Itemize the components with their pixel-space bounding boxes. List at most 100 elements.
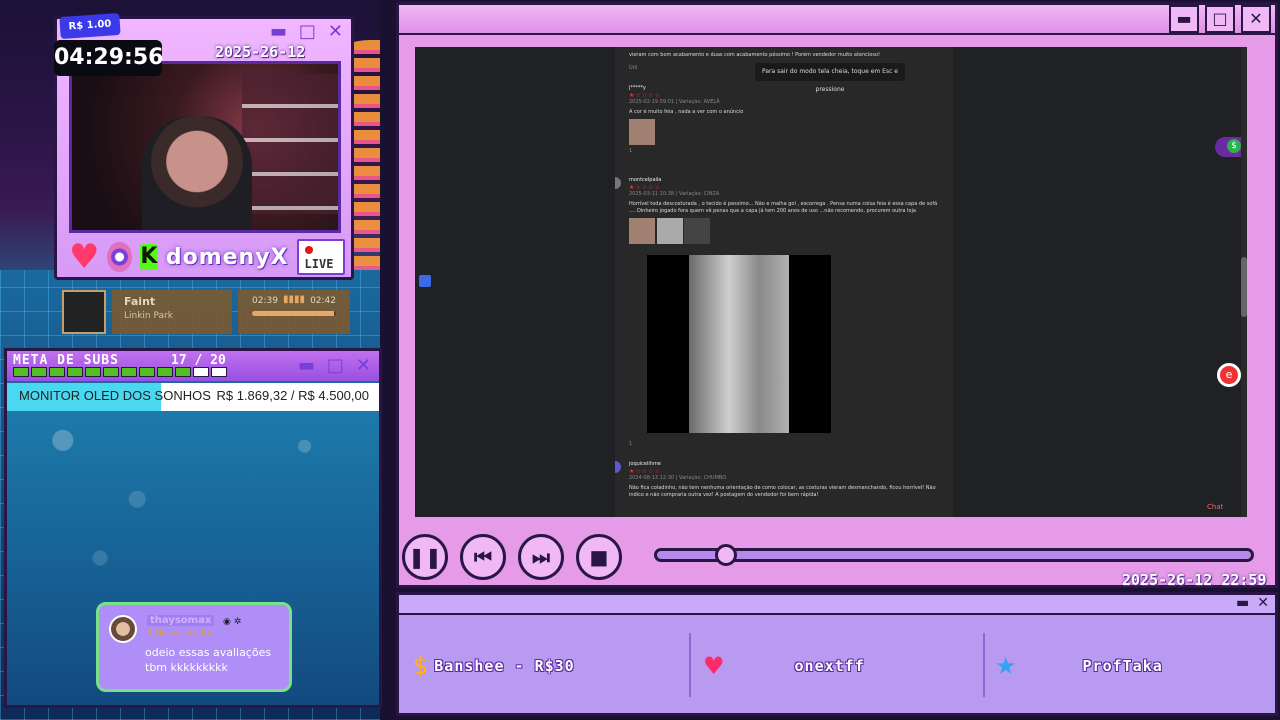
track-progress-fill	[252, 311, 335, 316]
chat-link[interactable]: Chat	[1207, 503, 1223, 511]
maximize-icon[interactable]: □	[327, 355, 344, 376]
heart-icon: ♥	[69, 237, 100, 277]
webcam-video	[69, 61, 341, 233]
review-likes[interactable]: 1	[629, 148, 939, 155]
minimize-icon[interactable]: ▬	[270, 21, 287, 42]
price-tag: R$ 1.00	[59, 12, 121, 40]
main-window: ▬ □ ✕ vieram com bom acabamento e duas c…	[396, 2, 1278, 588]
fullscreen-tip: Para sair do modo tela cheia, toque em E…	[755, 63, 905, 93]
webcam-footer: ♥ K domenyX LIVE	[69, 237, 346, 277]
subs-goal-titlebar: META DE SUBS 17 / 20 ▬ □ ✕	[7, 351, 379, 381]
stop-button[interactable]: ■	[576, 534, 622, 580]
close-icon[interactable]: ✕	[356, 355, 371, 376]
review-meta: 2025-03-11 10:38 | Variação: CINZA	[629, 191, 720, 197]
review-photo[interactable]	[629, 218, 655, 244]
donation-goal-bar: MONITOR OLED DOS SONHOS R$ 1.869,32 / R$…	[7, 383, 379, 411]
minimize-icon[interactable]: ▬	[1169, 5, 1199, 33]
chat-badge-icons: ◉ ✲	[223, 617, 242, 627]
review-video[interactable]	[647, 255, 831, 433]
close-icon[interactable]: ✕	[1257, 595, 1269, 611]
kick-logo-icon: K	[139, 244, 158, 270]
subs-goal-count: 17 / 20	[171, 353, 226, 368]
vinyl-disc-icon	[107, 242, 132, 272]
track-elapsed: 02:39	[252, 296, 278, 306]
subs-goal-block	[85, 367, 101, 377]
seek-handle[interactable]	[715, 544, 737, 566]
maximize-icon[interactable]: □	[299, 21, 316, 42]
album-art	[62, 290, 106, 334]
review-likes[interactable]: 1	[629, 441, 939, 448]
review-stars: ★☆☆☆☆	[629, 92, 661, 99]
chat-sub-badge: 3 Meses Inscrito	[147, 629, 212, 638]
latest-follower: ♥ onextff	[703, 619, 865, 713]
scrollbar-thumb[interactable]	[1241, 257, 1247, 317]
review-user: joquicelihme	[629, 461, 661, 467]
subs-goal-block	[193, 367, 209, 377]
track-time: 02:39 02:42 ▮▮▮▮	[238, 290, 350, 334]
close-icon[interactable]: ✕	[1241, 5, 1271, 33]
subs-window-buttons: ▬ □ ✕	[298, 355, 371, 376]
webcam-streamer	[142, 116, 252, 230]
divider	[983, 633, 985, 697]
review-photo[interactable]	[629, 119, 655, 145]
review-item: joquicelihme ★☆☆☆☆ 2024-08-13 12:30 | Va…	[615, 461, 939, 499]
live-label: LIVE	[304, 257, 334, 271]
latest-follower-text: onextff	[794, 657, 865, 675]
previous-button[interactable]: ⏮	[460, 534, 506, 580]
latest-donation: $ Banshee - R$30	[413, 619, 575, 713]
review-photo[interactable]	[684, 218, 711, 244]
main-datetime: 2025-26-12 22:59	[1122, 571, 1267, 589]
seek-bar[interactable]	[654, 548, 1254, 562]
main-window-buttons: ▬ □ ✕	[1169, 5, 1271, 33]
chat-message-text: odeio essas avaliações tbm kkkkkkkkk	[145, 646, 272, 674]
donation-goal-value: R$ 1.869,32 / R$ 4.500,00	[216, 388, 369, 403]
chat-message-bubble: thaysomax ◉ ✲ 3 Meses Inscrito odeio ess…	[96, 602, 292, 692]
subs-goal-block	[31, 367, 47, 377]
review-photos	[629, 215, 939, 247]
browser-viewport: vieram com bom acabamento e duas com aca…	[415, 47, 1247, 517]
review-item: montcelpaila ★☆☆☆☆ 2025-03-11 10:38 | Va…	[615, 177, 939, 247]
avatar	[615, 461, 621, 473]
latest-donation-text: Banshee - R$30	[434, 657, 575, 675]
review-text: vieram com bom acabamento e duas com aca…	[629, 52, 881, 58]
subs-goal-block	[13, 367, 29, 377]
channel-name: domenyX	[165, 244, 289, 270]
track-artist: Linkin Park	[124, 311, 173, 321]
review-user: j*****y	[629, 85, 646, 91]
webcam-window-buttons: ▬ □ ✕	[270, 21, 343, 42]
review-user: montcelpaila	[629, 177, 662, 183]
latest-sub: ★ ProfTaka	[995, 619, 1163, 713]
chat-username: thaysomax	[147, 615, 215, 626]
minimize-icon[interactable]: ▬	[1236, 595, 1249, 611]
review-meta: 2025-02-19 09:01 | Variação: AVELÃ	[629, 99, 720, 105]
next-button[interactable]: ⏭	[518, 534, 564, 580]
subs-goal-block	[121, 367, 137, 377]
latest-sub-text: ProfTaka	[1082, 657, 1163, 675]
review-page: vieram com bom acabamento e duas com aca…	[615, 47, 953, 517]
minimize-icon[interactable]: ▬	[298, 355, 315, 376]
star-icon: ★	[995, 652, 1017, 680]
dollar-icon[interactable]: $	[1227, 139, 1241, 153]
now-playing-widget: Faint Linkin Park 02:39 02:42 ▮▮▮▮	[62, 290, 350, 334]
dollar-icon: $	[413, 652, 429, 680]
extension-red-icon[interactable]: e	[1217, 363, 1241, 387]
review-stars: ★☆☆☆☆	[629, 184, 661, 191]
track-info: Faint Linkin Park	[112, 290, 232, 334]
maximize-icon[interactable]: □	[1205, 5, 1235, 33]
extension-icon[interactable]	[419, 275, 431, 287]
track-title: Faint	[124, 295, 156, 308]
close-icon[interactable]: ✕	[328, 21, 343, 42]
pause-button[interactable]: ❚❚	[402, 534, 448, 580]
review-video-frame	[689, 255, 789, 433]
review-stars: ★☆☆☆☆	[629, 468, 661, 475]
events-titlebar: ▬ ✕	[399, 595, 1275, 615]
divider	[689, 633, 691, 697]
subs-goal-block	[157, 367, 173, 377]
heart-icon: ♥	[703, 652, 725, 680]
player-controls: ❚❚ ⏮ ⏭ ■	[402, 534, 632, 582]
review-photo[interactable]	[656, 218, 683, 244]
subs-goal-block	[49, 367, 65, 377]
live-dot-icon	[304, 246, 313, 254]
subs-goal-block	[67, 367, 83, 377]
subs-goal-block	[211, 367, 227, 377]
